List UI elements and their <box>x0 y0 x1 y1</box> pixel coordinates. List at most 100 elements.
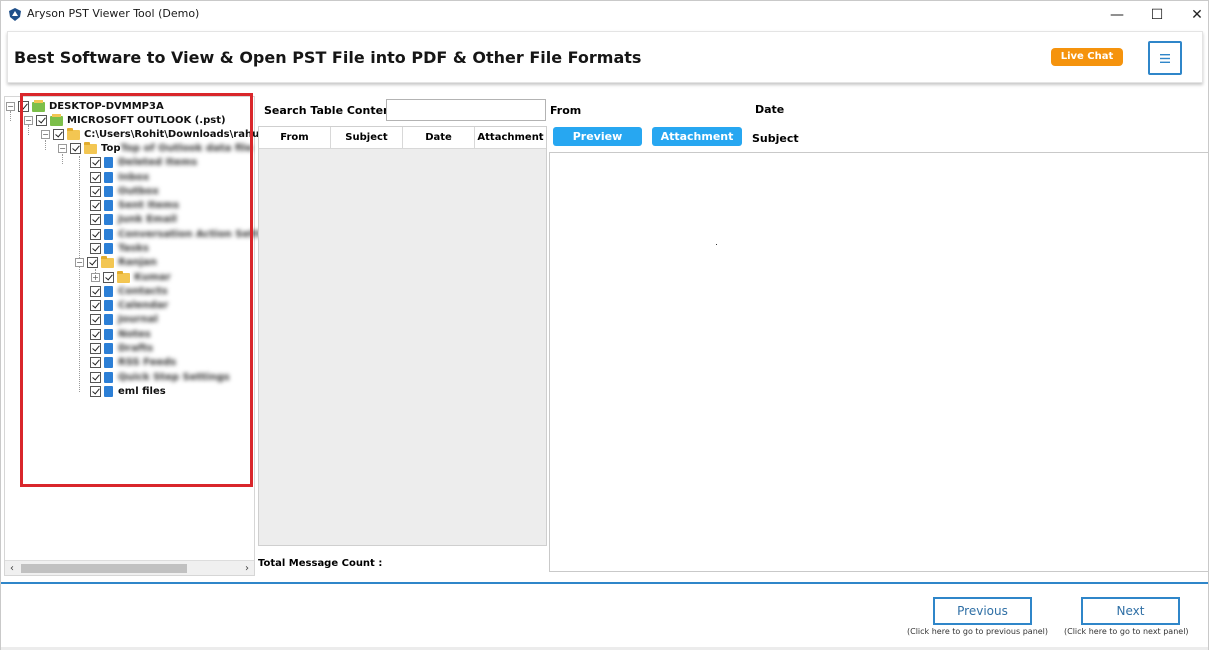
checkbox[interactable] <box>87 257 98 268</box>
checkbox[interactable] <box>90 357 101 368</box>
checkbox[interactable] <box>90 243 101 254</box>
tree-label: Notes <box>118 329 151 340</box>
tree-label: Contacts <box>118 286 168 297</box>
collapse-icon[interactable]: − <box>6 102 15 111</box>
maximize-button[interactable]: ☐ <box>1137 1 1177 29</box>
tree-label: Outbox <box>118 186 159 197</box>
folder-doc-icon <box>104 186 113 197</box>
tree-label: Ranjan <box>118 257 157 268</box>
checkbox[interactable] <box>90 300 101 311</box>
tree-node-folder[interactable]: Sent Items <box>90 199 179 212</box>
minimize-button[interactable]: — <box>1097 1 1137 29</box>
tree-node-folder[interactable]: Journal <box>90 313 158 326</box>
from-label: From <box>550 104 582 117</box>
live-chat-button[interactable]: Live Chat <box>1051 48 1123 66</box>
checkbox[interactable] <box>90 200 101 211</box>
tree-node-path[interactable]: − C:\Users\Rohit\Downloads\rahu <box>41 127 259 141</box>
tree-node-outlook[interactable]: − MICROSOFT OUTLOOK (.pst) <box>24 113 226 127</box>
tree-node-desktop[interactable]: − DESKTOP-DVMMP3A <box>6 99 164 113</box>
tree-node-folder[interactable]: Tasks <box>90 242 149 255</box>
folder-icon <box>84 141 97 154</box>
tree-node-subfolder-parent[interactable]: − Ranjan <box>75 255 157 269</box>
folder-doc-icon <box>104 386 113 397</box>
previous-button[interactable]: Previous <box>933 597 1032 625</box>
collapse-icon[interactable]: − <box>41 130 50 139</box>
tree-node-folder[interactable]: Contacts <box>90 285 168 298</box>
tree-node-folder[interactable]: RSS Feeds <box>90 356 176 369</box>
collapse-icon[interactable]: − <box>24 116 33 125</box>
column-header-subject[interactable]: Subject <box>331 127 403 148</box>
tree-line <box>45 140 46 150</box>
collapse-icon[interactable]: − <box>75 258 84 267</box>
search-input[interactable] <box>386 99 546 121</box>
title-bar: Aryson PST Viewer Tool (Demo) — ☐ ✕ <box>1 1 1208 29</box>
folder-doc-icon <box>104 286 113 297</box>
tree-label: Top of Outlook data file <box>120 143 253 154</box>
tree-node-folder[interactable]: Calendar <box>90 299 168 312</box>
tree-node-folder[interactable]: Drafts <box>90 342 153 355</box>
checkbox[interactable] <box>103 272 114 283</box>
folder-doc-icon <box>104 329 113 340</box>
tree-label: Junk Email <box>118 214 177 225</box>
column-header-date[interactable]: Date <box>403 127 475 148</box>
tree-label: Sent Items <box>118 200 180 211</box>
column-header-attachment[interactable]: Attachment <box>475 127 546 148</box>
checkbox[interactable] <box>90 214 101 225</box>
checkbox[interactable] <box>90 157 101 168</box>
tree-horizontal-scrollbar[interactable]: ‹ › <box>5 560 254 575</box>
app-window: Aryson PST Viewer Tool (Demo) — ☐ ✕ Best… <box>0 0 1209 650</box>
checkbox[interactable] <box>90 286 101 297</box>
checkbox[interactable] <box>90 372 101 383</box>
tree-label: Journal <box>118 314 158 325</box>
preview-tab-button[interactable]: Preview <box>553 127 642 146</box>
tree-node-top-folder[interactable]: − Top Top of Outlook data file <box>58 141 253 155</box>
column-header-from[interactable]: From <box>259 127 331 148</box>
checkbox[interactable] <box>36 115 47 126</box>
folder-doc-icon <box>104 229 113 240</box>
checkbox[interactable] <box>90 329 101 340</box>
tree-node-subfolder-child[interactable]: + Kumar <box>91 270 171 284</box>
checkbox[interactable] <box>70 143 81 154</box>
tree-label: Quick Step Settings <box>118 372 230 383</box>
checkbox[interactable] <box>90 314 101 325</box>
previous-hint: (Click here to go to previous panel) <box>907 627 1049 636</box>
expand-icon[interactable]: + <box>91 273 100 282</box>
hamburger-icon <box>1160 53 1170 63</box>
tree-node-folder[interactable]: Quick Step Settings <box>90 371 230 384</box>
folder-doc-icon <box>104 300 113 311</box>
checkbox[interactable] <box>53 129 64 140</box>
checkbox[interactable] <box>90 186 101 197</box>
close-button[interactable]: ✕ <box>1177 1 1209 29</box>
tree-label: Deleted Items <box>118 157 198 168</box>
navigation-bar: Previous (Click here to go to previous p… <box>1 582 1208 645</box>
table-header: From Subject Date Attachment <box>259 127 546 149</box>
scroll-right-icon[interactable]: › <box>240 561 254 576</box>
folder-doc-icon <box>104 172 113 183</box>
checkbox[interactable] <box>90 343 101 354</box>
tree-line <box>62 154 63 164</box>
date-label: Date <box>755 103 785 116</box>
menu-button[interactable] <box>1148 41 1182 75</box>
scrollbar-thumb[interactable] <box>21 564 187 573</box>
checkbox[interactable] <box>90 386 101 397</box>
checkbox[interactable] <box>90 172 101 183</box>
folder-doc-icon <box>104 357 113 368</box>
tree-node-eml-files[interactable]: eml files <box>90 385 166 398</box>
tree-node-folder[interactable]: Deleted Items <box>90 156 197 169</box>
tree-node-folder[interactable]: Junk Email <box>90 213 177 226</box>
tree-node-folder[interactable]: Conversation Action Settings <box>90 228 283 241</box>
outlook-folder-icon <box>50 113 63 126</box>
folder-doc-icon <box>104 200 113 211</box>
scroll-left-icon[interactable]: ‹ <box>5 561 19 576</box>
checkbox[interactable] <box>90 229 101 240</box>
attachment-tab-button[interactable]: Attachment <box>652 127 742 146</box>
tree-node-folder[interactable]: Inbox <box>90 171 149 184</box>
tree-node-folder[interactable]: Notes <box>90 328 151 341</box>
folder-icon <box>117 270 130 283</box>
collapse-icon[interactable]: − <box>58 144 67 153</box>
checkbox[interactable] <box>18 101 29 112</box>
next-button[interactable]: Next <box>1081 597 1180 625</box>
tree-node-folder[interactable]: Outbox <box>90 185 159 198</box>
tree-label: Drafts <box>118 343 154 354</box>
message-preview-pane[interactable] <box>549 152 1209 572</box>
